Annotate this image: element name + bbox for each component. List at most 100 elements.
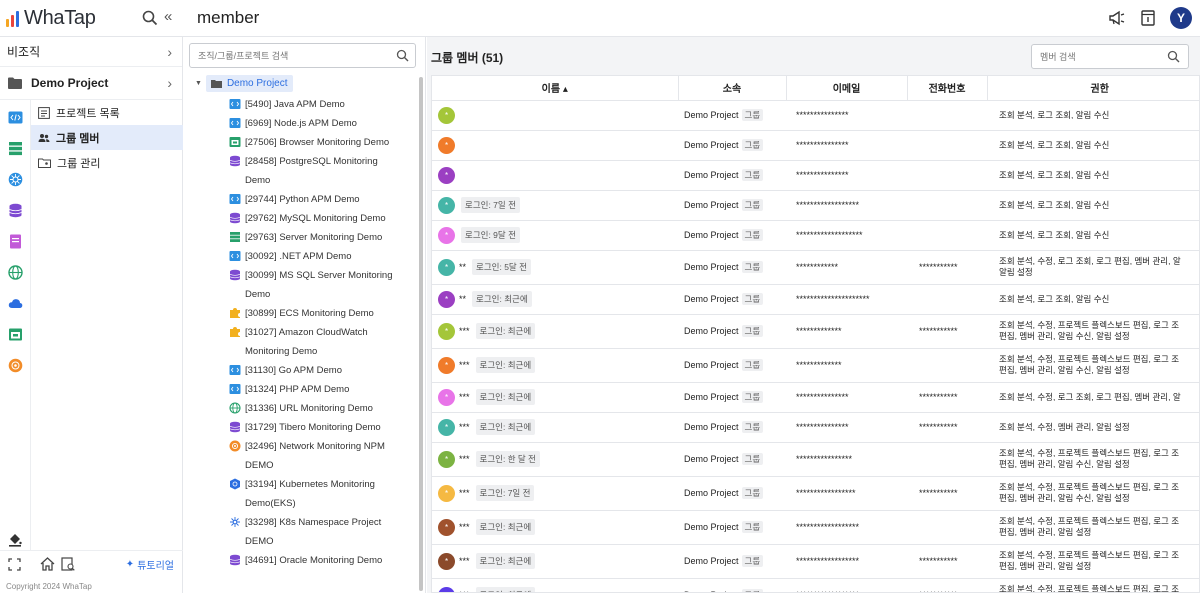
project-selector[interactable]: Demo Project › — [0, 67, 182, 100]
member-email: *************** — [786, 160, 907, 191]
database-icon[interactable] — [8, 203, 23, 218]
tree-item[interactable]: [33298] K8s Namespace Project DEMO — [229, 513, 415, 551]
apm-icon — [229, 384, 241, 394]
table-row[interactable]: * Demo Project 그룹 *************** 조회 분석, 로그 … — [432, 160, 1199, 191]
globe-icon[interactable] — [8, 265, 23, 280]
browser-icon[interactable] — [8, 327, 23, 342]
user-avatar[interactable]: Y — [1170, 7, 1192, 29]
member-email: ************* — [786, 314, 907, 349]
kubernetes-icon[interactable] — [8, 172, 23, 187]
column-header-name[interactable]: 이름 ▴ — [432, 76, 679, 101]
tree-item[interactable]: [28458] PostgreSQL Monitoring Demo — [229, 152, 415, 190]
tree-search-input[interactable] — [190, 44, 385, 67]
globe-icon — [229, 402, 241, 414]
network-icon[interactable] — [8, 358, 23, 373]
member-permissions: 조회 분석, 로그 조회, 알림 수신 — [987, 160, 1199, 191]
table-row[interactable]: * Demo Project 그룹 *************** 조회 분석, 로그 … — [432, 130, 1199, 161]
group-tag: 그룹 — [741, 293, 764, 305]
column-header-permission[interactable]: 권한 — [987, 76, 1199, 101]
table-row[interactable]: * *** 로그인: 최근에 Demo Project 그룹 ************* 조… — [432, 348, 1199, 383]
tree-item[interactable]: [31729] Tibero Monitoring Demo — [229, 418, 415, 437]
member-org: Demo Project — [684, 200, 739, 210]
tree-item[interactable]: [30899] ECS Monitoring Demo — [229, 304, 415, 323]
menu-item-group-members[interactable]: 그룹 멤버 — [31, 125, 183, 150]
member-permissions: 조회 분석, 수정, 로그 조회, 로그 편집, 멤버 관리, 알 알림 설정 — [987, 250, 1199, 285]
table-row[interactable]: ****로그인: 최근에Demo Project그룹**************… — [432, 510, 1199, 545]
member-name: *** — [459, 326, 470, 336]
members-table-wrap: 이름 ▴ 소속 이메일 전화번호 권한 * Demo Project 그룹 *****… — [431, 75, 1200, 593]
tree-scrollbar[interactable] — [419, 77, 423, 591]
column-header-phone[interactable]: 전화번호 — [907, 76, 988, 101]
table-row[interactable]: * 로그인: 7일 전 Demo Project 그룹 ****************… — [432, 190, 1199, 221]
member-org: Demo Project — [684, 230, 739, 240]
fullscreen-icon[interactable] — [8, 558, 21, 571]
tree-item[interactable]: [30099] MS SQL Server Monitoring Demo — [229, 266, 415, 304]
tree-item[interactable]: [34691] Oracle Monitoring Demo — [229, 551, 415, 570]
tree-item[interactable]: [6969] Node.js APM Demo — [229, 114, 415, 133]
member-org: Demo Project — [684, 454, 739, 464]
tree-item[interactable]: [27506] Browser Monitoring Demo — [229, 133, 415, 152]
menu-item-project-list[interactable]: 프로젝트 목록 — [31, 100, 183, 125]
table-row[interactable]: * *** 로그인: 한 달 전 Demo Project 그룹 ************… — [432, 442, 1199, 477]
tree-item[interactable]: [29762] MySQL Monitoring Demo — [229, 209, 415, 228]
tree-item[interactable]: [29763] Server Monitoring Demo — [229, 228, 415, 247]
caret-down-icon[interactable]: ▼ — [195, 80, 202, 87]
permission-line: 편집, 멤버 관리, 알림 수신, 알림 설정 — [999, 459, 1130, 469]
tree-item[interactable]: [31130] Go APM Demo — [229, 361, 415, 380]
member-phone: *********** — [907, 578, 987, 592]
table-row[interactable]: * *** 로그인: 7일 전 Demo Project 그룹 *************… — [432, 476, 1199, 511]
cloud-icon[interactable] — [8, 296, 23, 311]
search-icon[interactable] — [142, 10, 158, 26]
table-row[interactable]: ****로그인: 최근에Demo Project그룹**************… — [432, 578, 1199, 592]
server-icon[interactable] — [8, 141, 23, 156]
tree-item[interactable]: [33194] Kubernetes Monitoring Demo(EKS) — [229, 475, 415, 513]
column-header-org[interactable]: 소속 — [678, 76, 787, 101]
search-icon[interactable] — [396, 49, 409, 62]
document-icon[interactable] — [1140, 9, 1156, 27]
tree-item[interactable]: [29744] Python APM Demo — [229, 190, 415, 209]
tree-root-node[interactable]: ▼ Demo Project — [195, 75, 293, 92]
group-tag: 그룹 — [741, 261, 764, 273]
member-org: Demo Project — [684, 422, 739, 432]
tree-item[interactable]: [5490] Java APM Demo — [229, 95, 415, 114]
npm-icon[interactable] — [8, 234, 23, 249]
users-icon — [38, 133, 50, 142]
tree-item-label: [34691] Oracle Monitoring Demo — [245, 555, 383, 566]
member-phone — [907, 284, 987, 315]
column-header-email[interactable]: 이메일 — [786, 76, 908, 101]
table-row[interactable]: * Demo Project 그룹 *************** 조회 분석, 로그 … — [432, 100, 1199, 131]
paint-bucket-icon[interactable] — [8, 533, 22, 547]
permission-line: 조회 분석, 수정, 프로젝트 플렉스보드 편집, 로그 조 — [999, 320, 1180, 330]
code-icon[interactable] — [8, 110, 23, 125]
last-login-badge: 로그인: 한 달 전 — [475, 451, 540, 467]
member-email: ********************* — [786, 284, 907, 315]
tree-item[interactable]: [30092] .NET APM Demo — [229, 247, 415, 266]
table-row[interactable]: ****로그인: 최근에Demo Project그룹**************… — [432, 382, 1199, 413]
group-tag: 그룹 — [741, 199, 764, 211]
table-row[interactable]: ****로그인: 최근에Demo Project그룹**************… — [432, 412, 1199, 443]
whatap-logo[interactable]: WhaTap — [6, 7, 96, 30]
table-row[interactable]: * ** 로그인: 5달 전 Demo Project 그룹 ************ **… — [432, 250, 1199, 285]
tree-item[interactable]: [32496] Network Monitoring NPM DEMO — [229, 437, 415, 475]
tutorial-link[interactable]: ✦ 튜토리얼 — [126, 557, 174, 572]
org-selector[interactable]: 비조직 › — [0, 37, 182, 67]
member-phone: *********** — [907, 250, 987, 285]
megaphone-icon[interactable] — [1108, 9, 1126, 27]
permission-line: 조회 분석, 수정, 프로젝트 플렉스보드 편집, 로그 조 — [999, 354, 1180, 364]
table-row[interactable]: ****로그인: 최근에Demo Project그룹**************… — [432, 544, 1199, 579]
collapse-sidebar-icon[interactable]: « — [164, 9, 172, 25]
table-row[interactable]: * ** 로그인: 최근에 Demo Project 그룹 ***************… — [432, 284, 1199, 315]
table-row[interactable]: ****로그인: 최근에Demo Project그룹**************… — [432, 314, 1199, 349]
home-icon[interactable] — [40, 557, 55, 571]
member-search-input[interactable] — [1032, 45, 1160, 68]
tree-item[interactable]: [31324] PHP APM Demo — [229, 380, 415, 399]
group-tag: 그룹 — [741, 169, 764, 181]
search-icon[interactable] — [1167, 50, 1180, 63]
menu-item-group-management[interactable]: 그룹 관리 — [31, 150, 183, 175]
project-tree-panel: ▼ Demo Project [5490] Java APM Demo [6969… — [183, 37, 426, 593]
member-phone — [907, 130, 987, 161]
tree-item[interactable]: [31027] Amazon CloudWatch Monitoring Dem… — [229, 323, 415, 361]
tree-item[interactable]: [31336] URL Monitoring Demo — [229, 399, 415, 418]
report-icon[interactable] — [61, 557, 75, 571]
table-row[interactable]: * 로그인: 9달 전 Demo Project 그룹 ****************… — [432, 220, 1199, 251]
